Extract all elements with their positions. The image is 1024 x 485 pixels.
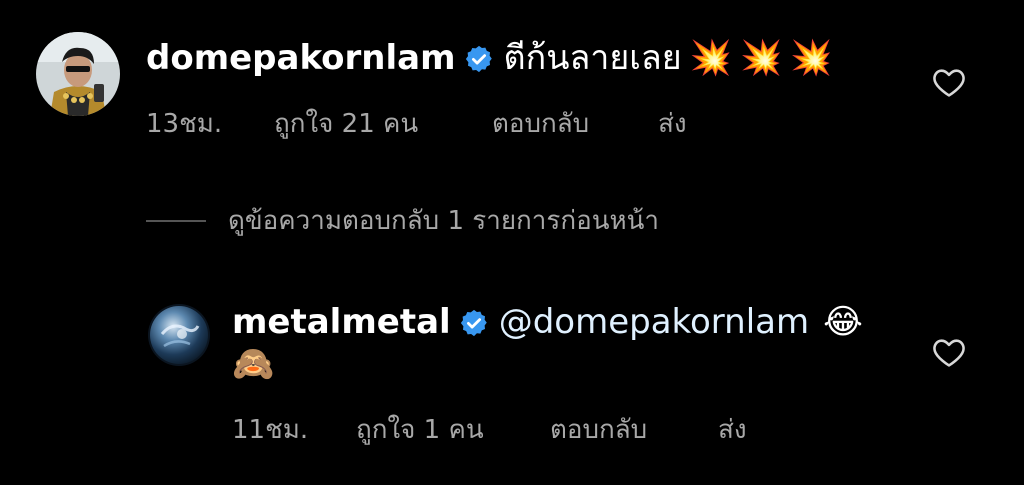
comment-meta: 11ชม. ถูกใจ 1 คน ตอบกลับ ส่ง (232, 414, 747, 446)
send-button[interactable]: ส่ง (718, 414, 747, 446)
avatar[interactable] (36, 32, 120, 116)
reply-button[interactable]: ตอบกลับ (550, 414, 718, 446)
avatar[interactable] (148, 304, 210, 366)
timestamp: 11ชม. (232, 415, 309, 445)
likes-count[interactable]: ถูกใจ 21 คน (274, 108, 492, 140)
comment-meta: 13ชม. ถูกใจ 21 คน ตอบกลับ ส่ง (146, 108, 687, 140)
timestamp: 13ชม. (146, 109, 223, 139)
send-button[interactable]: ส่ง (658, 108, 687, 140)
reply-button[interactable]: ตอบกลับ (492, 108, 658, 140)
laughing-emoji: 😂 (823, 302, 863, 342)
username[interactable]: domepakornlam (146, 38, 456, 78)
verified-badge-icon (464, 43, 494, 73)
heart-outline-icon[interactable] (932, 336, 966, 368)
comment-body: domepakornlam ตีก้นลายเลย 💥 💥 💥 (146, 38, 833, 78)
collision-emoji: 💥 (740, 38, 783, 78)
username[interactable]: metalmetal (232, 302, 451, 342)
likes-count[interactable]: ถูกใจ 1 คน (356, 414, 550, 446)
replies-divider (146, 220, 206, 222)
mention-link[interactable]: @domepakornlam (499, 302, 809, 342)
comment-body: metalmetal @domepakornlam 😂 (232, 302, 863, 342)
comments-screen: domepakornlam ตีก้นลายเลย 💥 💥 💥 13ชม. ถู… (0, 0, 1024, 485)
heart-outline-icon[interactable] (932, 66, 966, 98)
view-replies-label: ดูข้อความตอบกลับ 1 รายการก่อนหน้า (228, 206, 660, 236)
collision-emoji: 💥 (689, 38, 733, 78)
collision-emoji: 💥 (790, 38, 833, 78)
comment-body-line2: 🙈 (232, 344, 274, 384)
verified-badge-icon (459, 307, 489, 337)
see-no-evil-emoji: 🙈 (232, 344, 275, 384)
comment-text: ตีก้นลายเลย (503, 38, 682, 78)
view-previous-replies[interactable]: ดูข้อความตอบกลับ 1 รายการก่อนหน้า (146, 205, 659, 237)
